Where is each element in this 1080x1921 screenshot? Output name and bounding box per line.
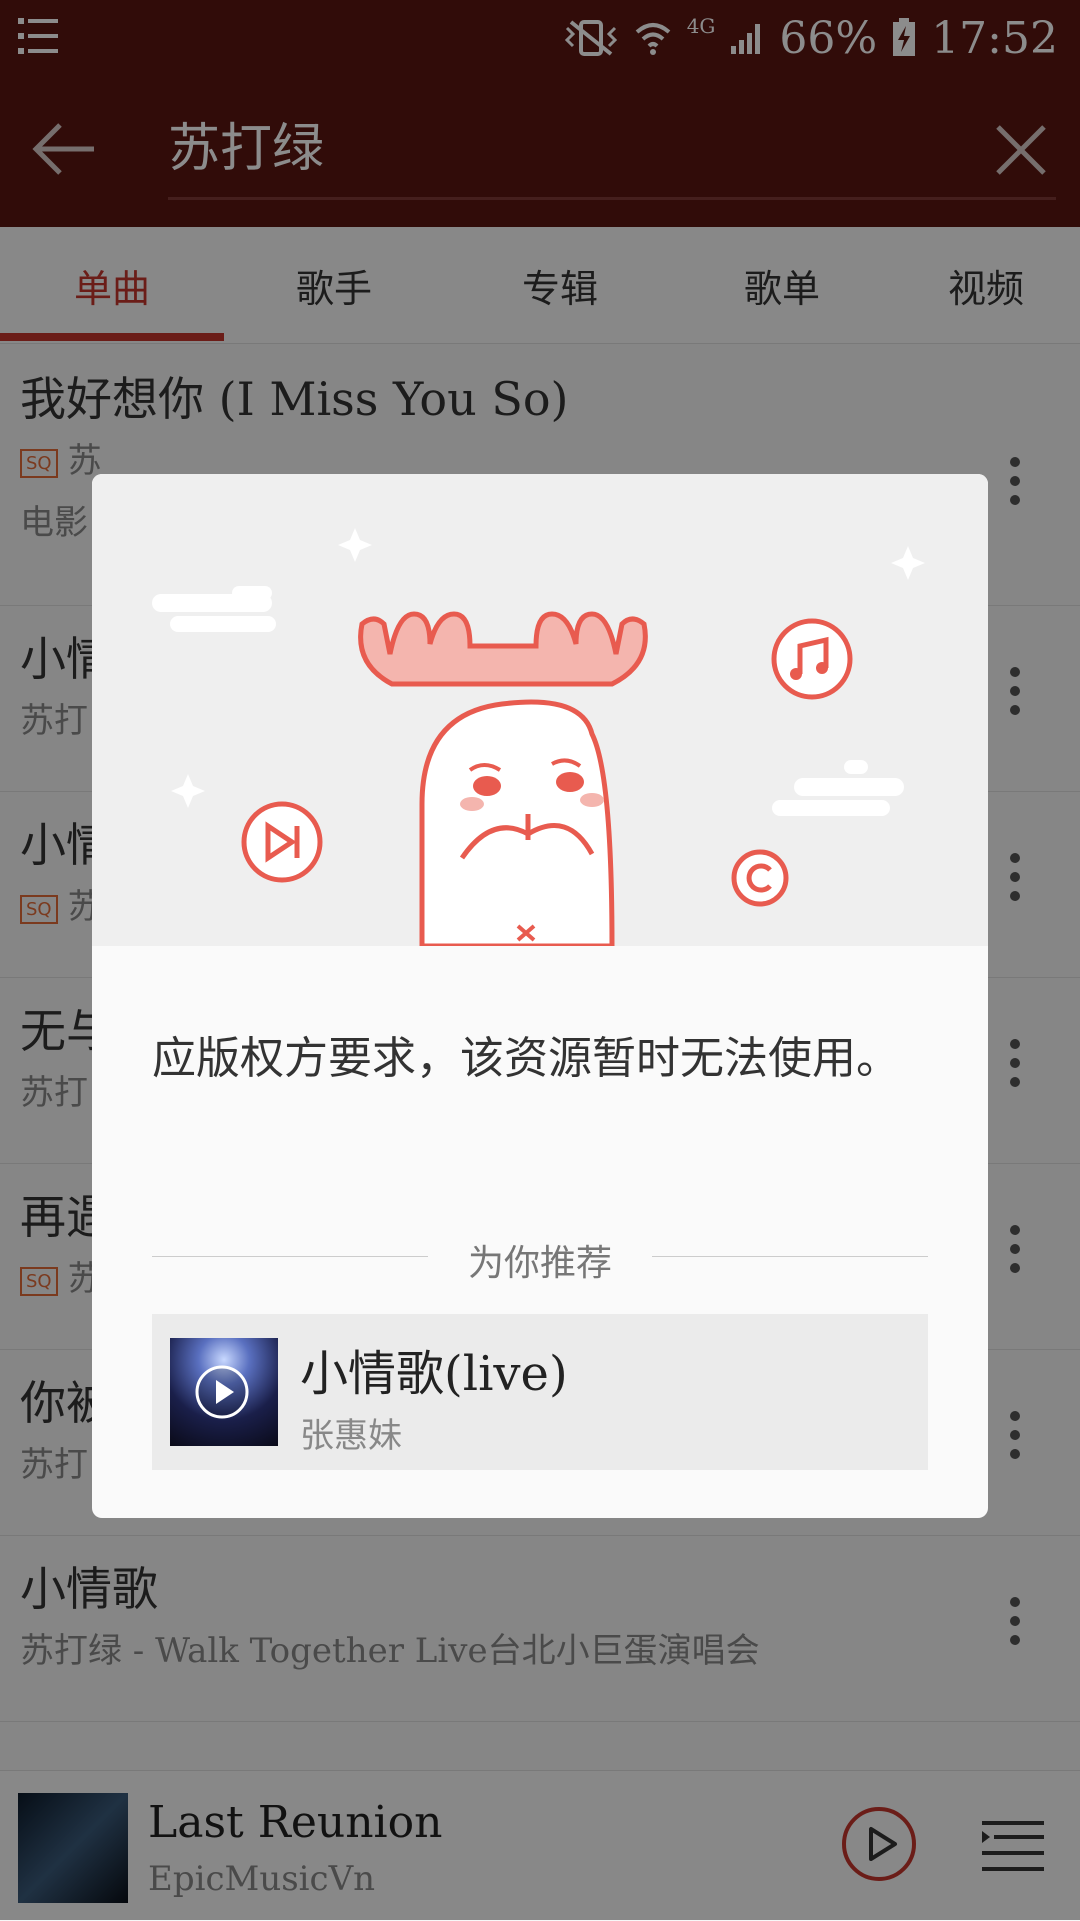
- sad-moose-illustration: [92, 474, 988, 946]
- recommended-song-title: 小情歌(live): [300, 1346, 568, 1402]
- play-icon[interactable]: [194, 1364, 250, 1420]
- recommend-label: 为你推荐: [467, 1243, 612, 1284]
- copyright-dialog: 应版权方要求，该资源暂时无法使用。 为你推荐 小情歌(live) 张惠妹: [92, 474, 988, 1518]
- divider: [652, 1256, 928, 1257]
- dialog-message: 应版权方要求，该资源暂时无法使用。: [152, 1033, 900, 1084]
- recommended-song-thumbnail[interactable]: [170, 1338, 278, 1446]
- recommended-song-card[interactable]: 小情歌(live) 张惠妹: [152, 1314, 928, 1470]
- divider: [152, 1256, 428, 1257]
- recommended-song-artist: 张惠妹: [300, 1416, 402, 1456]
